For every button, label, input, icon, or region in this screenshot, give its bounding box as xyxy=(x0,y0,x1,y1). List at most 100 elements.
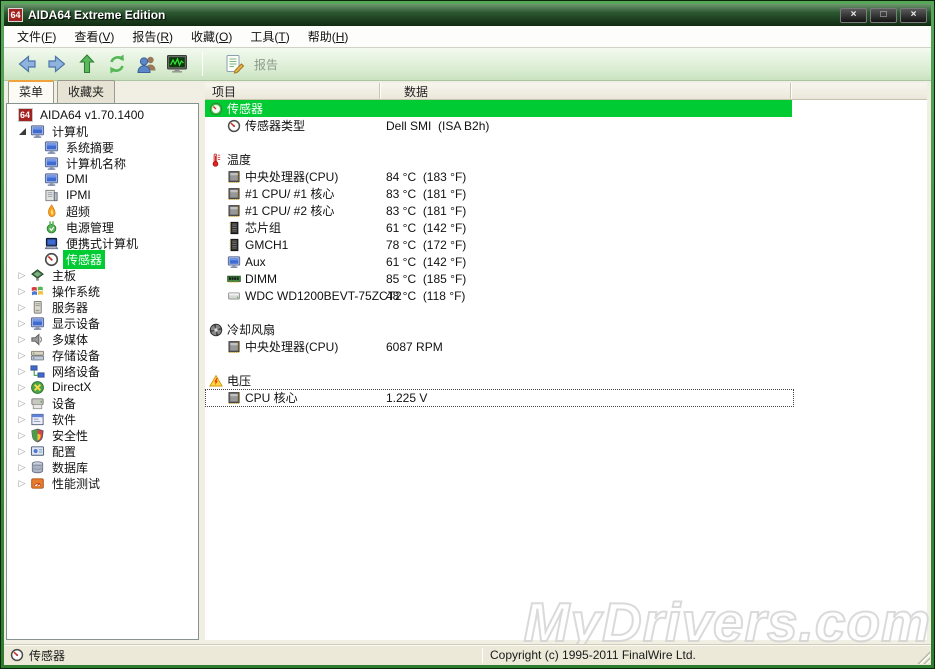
tree-item-16[interactable]: ▷ 网络设备 xyxy=(7,363,198,379)
collapse-arrow-icon[interactable]: ▷ xyxy=(15,398,29,408)
title-bar[interactable]: 64 AIDA64 Extreme Edition × □ × xyxy=(4,4,931,26)
list-row-16[interactable]: 电压 xyxy=(205,372,927,389)
row-label: Aux xyxy=(245,254,266,269)
collapse-arrow-icon[interactable]: ▷ xyxy=(15,286,29,296)
tree-item-0[interactable]: 64 AIDA64 v1.70.1400 xyxy=(7,107,198,123)
column-header-data[interactable]: 数据 xyxy=(380,83,791,99)
chip-icon xyxy=(226,186,241,201)
row-label: 传感器类型 xyxy=(245,119,306,133)
menu-item-t[interactable]: 工具(T) xyxy=(241,26,298,47)
tree-item-11[interactable]: ▷ 操作系统 xyxy=(7,283,198,299)
row-value: 6087 RPM xyxy=(386,339,443,354)
row-label: 温度 xyxy=(227,153,252,167)
storage-icon xyxy=(29,347,45,363)
motherboard-icon xyxy=(29,267,45,283)
collapse-arrow-icon[interactable]: ▷ xyxy=(15,430,29,440)
tree-item-19[interactable]: ▷ 软件 xyxy=(7,411,198,427)
list-row-4[interactable]: 中央处理器(CPU) 84 °C (183 °F) xyxy=(205,168,927,185)
back-button[interactable] xyxy=(15,53,39,75)
menu-item-r[interactable]: 报告(R) xyxy=(123,26,182,47)
status-page-label: 传感器 xyxy=(29,648,66,663)
maximize-button[interactable]: □ xyxy=(870,7,897,23)
row-label: 电压 xyxy=(227,374,252,388)
tree-item-23[interactable]: ▷ 性能测试 xyxy=(7,475,198,491)
forward-button[interactable] xyxy=(45,53,69,75)
list-row-9[interactable]: Aux 61 °C (142 °F) xyxy=(205,253,927,270)
list-row-7[interactable]: 芯片组 61 °C (142 °F) xyxy=(205,219,927,236)
refresh-button[interactable] xyxy=(105,53,129,75)
tree-item-label: DMI xyxy=(66,172,88,186)
collapse-arrow-icon[interactable]: ▷ xyxy=(15,462,29,472)
row-label: 中央处理器(CPU) xyxy=(245,340,339,354)
sidebar-tab-1[interactable]: 收藏夹 xyxy=(57,80,116,103)
report-label: 报告 xyxy=(254,57,279,72)
collapse-arrow-icon[interactable]: ▷ xyxy=(15,302,29,312)
collapse-arrow-icon[interactable]: ▷ xyxy=(15,270,29,280)
chip-icon xyxy=(226,390,241,405)
column-header-item[interactable]: 项目 xyxy=(205,83,380,99)
tree-item-17[interactable]: ▷ DirectX xyxy=(7,379,198,395)
list-row-8[interactable]: GMCH1 78 °C (172 °F) xyxy=(205,236,927,253)
row-value: 48 °C (118 °F) xyxy=(386,288,466,303)
tree-item-21[interactable]: ▷ 配置 xyxy=(7,443,198,459)
menu-item-v[interactable]: 查看(V) xyxy=(65,26,123,47)
list-row-17[interactable]: CPU 核心 1.225 V xyxy=(205,389,927,407)
list-row-1[interactable]: 传感器类型 Dell SMI (ISA B2h) xyxy=(205,117,927,134)
list-row-0[interactable]: 传感器 xyxy=(205,100,927,117)
collapse-arrow-icon[interactable]: ▷ xyxy=(15,334,29,344)
row-label: 冷却风扇 xyxy=(227,323,276,337)
collapse-arrow-icon[interactable]: ▷ xyxy=(15,366,29,376)
up-button[interactable] xyxy=(75,53,99,75)
row-value: 85 °C (185 °F) xyxy=(386,271,467,286)
list-row-3[interactable]: 温度 xyxy=(205,151,927,168)
expand-arrow-icon[interactable] xyxy=(15,127,29,135)
row-value: Dell SMI (ISA B2h) xyxy=(386,118,490,133)
tree-item-3[interactable]: 计算机名称 xyxy=(7,155,198,171)
tree-item-9[interactable]: 传感器 xyxy=(7,249,198,269)
tree-item-18[interactable]: ▷ 设备 xyxy=(7,395,198,411)
collapse-arrow-icon[interactable]: ▷ xyxy=(15,318,29,328)
chip-icon xyxy=(226,203,241,218)
tree-item-20[interactable]: ▷ 安全性 xyxy=(7,427,198,443)
list-row-6[interactable]: #1 CPU/ #2 核心 83 °C (181 °F) xyxy=(205,202,927,219)
resize-grip[interactable] xyxy=(917,651,930,664)
sidebar-tab-0[interactable]: 菜单 xyxy=(8,80,55,103)
software-icon xyxy=(29,411,45,427)
collapse-arrow-icon[interactable]: ▷ xyxy=(15,478,29,488)
spacer-row xyxy=(205,134,927,151)
board-icon xyxy=(43,187,59,203)
users-button[interactable] xyxy=(135,53,159,75)
sensor-panel-button[interactable] xyxy=(165,53,189,75)
hdd-icon xyxy=(226,288,241,303)
aida64-logo-icon: 64 xyxy=(8,8,23,22)
menu-bar: 文件(F) 查看(V) 报告(R) 收藏(O) 工具(T) 帮助(H) xyxy=(4,26,931,48)
list-row-5[interactable]: #1 CPU/ #1 核心 83 °C (181 °F) xyxy=(205,185,927,202)
minimize-button[interactable]: × xyxy=(840,7,867,23)
sidebar-tabs: 菜单 收藏夹 xyxy=(6,80,199,103)
collapse-arrow-icon[interactable]: ▷ xyxy=(15,350,29,360)
menu-item-f[interactable]: 文件(F) xyxy=(8,26,65,47)
list-row-14[interactable]: 中央处理器(CPU) 6087 RPM xyxy=(205,338,927,355)
list-row-10[interactable]: DIMM 85 °C (185 °F) xyxy=(205,270,927,287)
tree-item-4[interactable]: DMI xyxy=(7,171,198,187)
tree-item-13[interactable]: ▷ 显示设备 xyxy=(7,315,198,331)
list-row-11[interactable]: WDC WD1200BEVT-75ZCT2 48 °C (118 °F) xyxy=(205,287,927,304)
close-button[interactable]: × xyxy=(900,7,927,23)
flame-icon xyxy=(43,203,59,219)
row-label: DIMM xyxy=(245,271,277,286)
display-icon xyxy=(29,315,45,331)
menu-item-o[interactable]: 收藏(O) xyxy=(182,26,241,47)
menu-item-h[interactable]: 帮助(H) xyxy=(299,26,358,47)
windows-icon xyxy=(29,283,45,299)
list-row-13[interactable]: 冷却风扇 xyxy=(205,321,927,338)
tree-item-5[interactable]: IPMI xyxy=(7,187,198,203)
collapse-arrow-icon[interactable]: ▷ xyxy=(15,382,29,392)
copyright-text: Copyright (c) 1995-2011 FinalWire Ltd. xyxy=(490,648,696,662)
collapse-arrow-icon[interactable]: ▷ xyxy=(15,446,29,456)
row-value: 83 °C (181 °F) xyxy=(386,203,467,218)
chip-icon xyxy=(226,169,241,184)
collapse-arrow-icon[interactable]: ▷ xyxy=(15,414,29,424)
computer-icon xyxy=(29,123,45,139)
ram-icon xyxy=(226,271,241,286)
report-button[interactable]: 报告 xyxy=(213,51,284,77)
